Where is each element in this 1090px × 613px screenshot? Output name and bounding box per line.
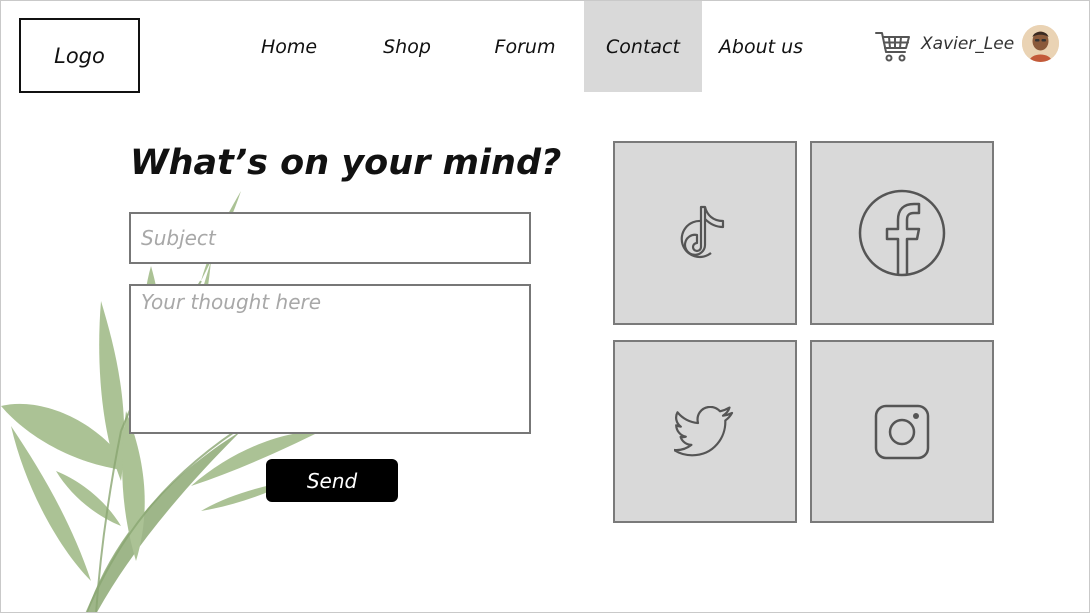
tiktok-icon: [680, 205, 725, 258]
nav-contact[interactable]: Contact: [584, 1, 702, 92]
page-frame: Logo Home Shop Forum Contact About us Xa…: [0, 0, 1090, 613]
thought-textarea[interactable]: [129, 284, 531, 434]
avatar-image: [1022, 25, 1059, 62]
instagram-tile[interactable]: [810, 340, 994, 523]
nav-forum[interactable]: Forum: [466, 1, 584, 92]
facebook-icon: [858, 189, 946, 277]
instagram-icon: [874, 404, 930, 459]
main-nav: Home Shop Forum Contact About us: [230, 1, 820, 92]
nav-shop[interactable]: Shop: [348, 1, 466, 92]
user-avatar[interactable]: [1022, 25, 1059, 62]
twitter-icon: [674, 405, 734, 456]
logo[interactable]: Logo: [19, 18, 140, 93]
subject-input[interactable]: [129, 212, 531, 264]
facebook-tile[interactable]: [810, 141, 994, 325]
twitter-tile[interactable]: [613, 340, 797, 523]
nav-about-us[interactable]: About us: [702, 1, 820, 92]
logo-text: Logo: [54, 43, 105, 68]
shopping-cart-icon[interactable]: [875, 30, 911, 63]
username[interactable]: Xavier_Lee: [921, 34, 1014, 54]
tiktok-tile[interactable]: [613, 141, 797, 325]
nav-home[interactable]: Home: [230, 1, 348, 92]
page-title: What’s on your mind?: [130, 143, 562, 183]
send-button[interactable]: Send: [266, 459, 398, 502]
